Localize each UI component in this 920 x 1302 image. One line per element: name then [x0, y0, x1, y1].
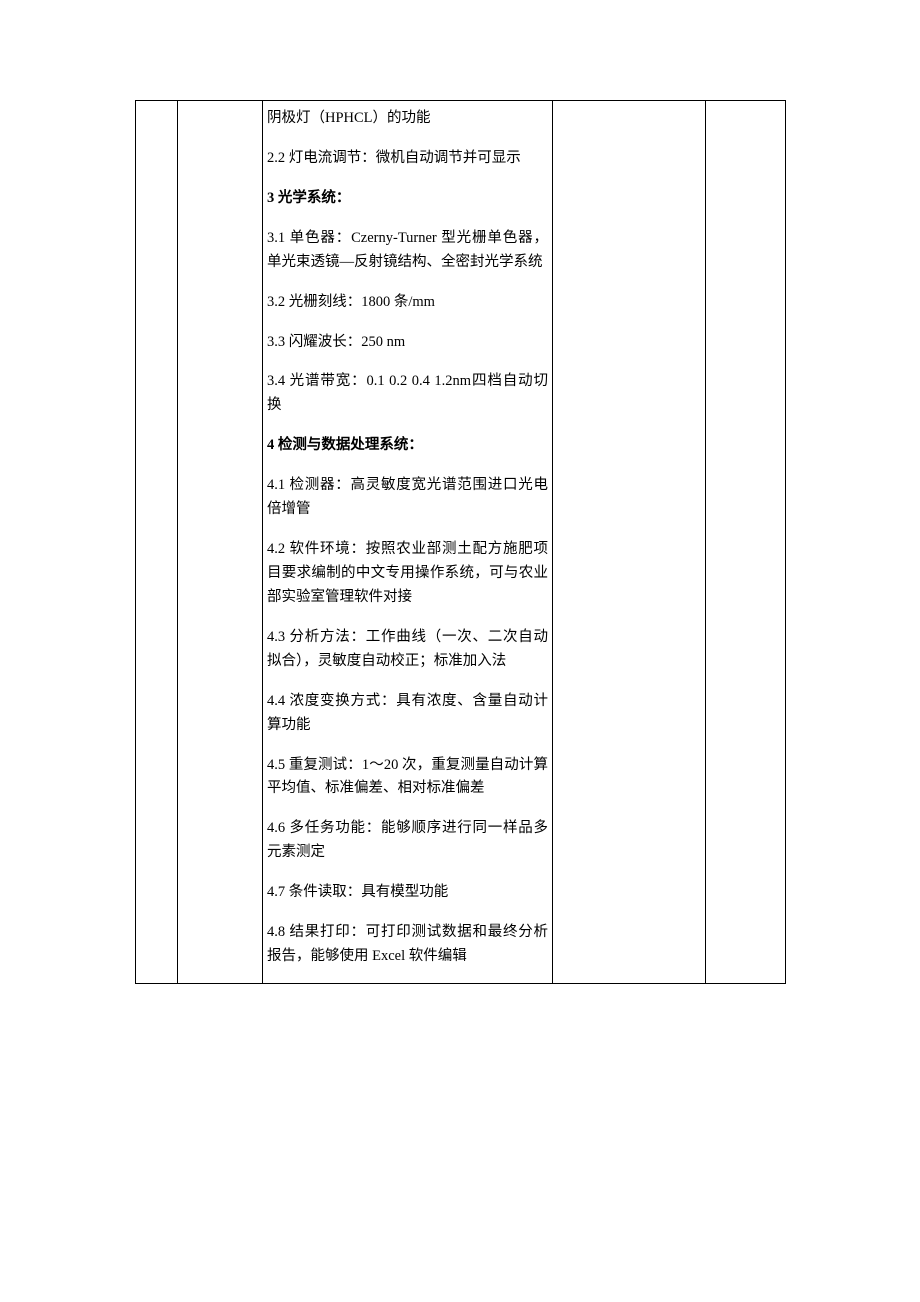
- spec-paragraph: 3.3 闪耀波长：250 nm: [267, 331, 548, 355]
- cell-col4: [553, 101, 706, 984]
- spec-paragraph: 4.4 浓度变换方式：具有浓度、含量自动计算功能: [267, 690, 548, 738]
- cell-col1: [136, 101, 178, 984]
- spec-paragraph: 4 检测与数据处理系统：: [267, 434, 548, 458]
- spec-paragraph: 3 光学系统：: [267, 187, 548, 211]
- cell-col5: [706, 101, 786, 984]
- spec-paragraph: 4.1 检测器：高灵敏度宽光谱范围进口光电倍增管: [267, 474, 548, 522]
- spec-paragraph: 4.3 分析方法：工作曲线（一次、二次自动拟合），灵敏度自动校正；标准加入法: [267, 626, 548, 674]
- spec-paragraph: 4.6 多任务功能：能够顺序进行同一样品多元素测定: [267, 817, 548, 865]
- spec-paragraph: 4.2 软件环境：按照农业部测土配方施肥项目要求编制的中文专用操作系统，可与农业…: [267, 538, 548, 610]
- spec-paragraph: 阴极灯（HPHCL）的功能: [267, 107, 548, 131]
- spec-paragraph: 3.1 单色器：Czerny-Turner 型光栅单色器，单光束透镜—反射镜结构…: [267, 227, 548, 275]
- spec-paragraph: 3.4 光谱带宽：0.1 0.2 0.4 1.2nm四档自动切换: [267, 370, 548, 418]
- spec-paragraph: 2.2 灯电流调节：微机自动调节并可显示: [267, 147, 548, 171]
- spec-paragraph: 4.5 重复测试：1～20 次，重复测量自动计算平均值、标准偏差、相对标准偏差: [267, 754, 548, 802]
- cell-col2: [178, 101, 263, 984]
- spec-paragraph: 4.7 条件读取：具有模型功能: [267, 881, 548, 905]
- spec-table: 阴极灯（HPHCL）的功能 2.2 灯电流调节：微机自动调节并可显示 3 光学系统：…: [135, 100, 786, 984]
- spec-paragraph: 3.2 光栅刻线：1800 条/mm: [267, 291, 548, 315]
- table-row: 阴极灯（HPHCL）的功能 2.2 灯电流调节：微机自动调节并可显示 3 光学系统：…: [136, 101, 786, 984]
- spec-paragraph: 4.8 结果打印：可打印测试数据和最终分析报告，能够使用 Excel 软件编辑: [267, 921, 548, 969]
- cell-spec-content: 阴极灯（HPHCL）的功能 2.2 灯电流调节：微机自动调节并可显示 3 光学系统：…: [263, 101, 553, 984]
